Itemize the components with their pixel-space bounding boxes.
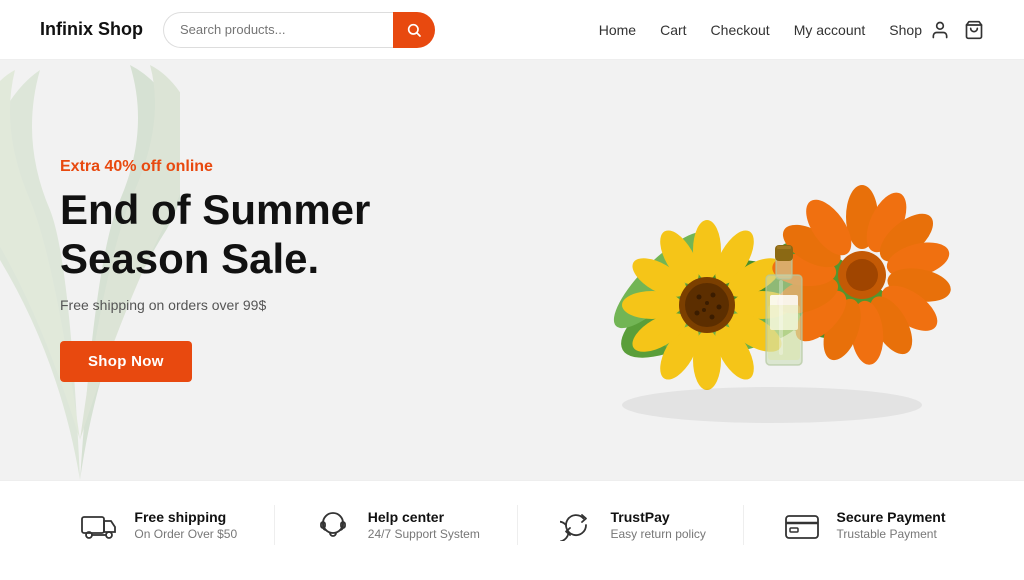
hero-discount: 40%: [104, 158, 136, 175]
main-nav: Home Cart Checkout My account Shop: [599, 22, 922, 38]
nav-cart[interactable]: Cart: [660, 22, 686, 38]
nav-checkout[interactable]: Checkout: [711, 22, 770, 38]
user-icon-button[interactable]: [930, 20, 950, 40]
hero-image: [461, 60, 1024, 480]
feature-secure-payment-title: Secure Payment: [837, 509, 946, 525]
search-input[interactable]: [163, 12, 393, 48]
feature-secure-payment-subtitle: Trustable Payment: [837, 527, 946, 541]
feature-trustpay-subtitle: Easy return policy: [611, 527, 706, 541]
hero-title-line1: End of Summer: [60, 186, 370, 233]
refresh-icon: [555, 509, 597, 541]
hero-section: Extra 40% off online End of Summer Seaso…: [0, 60, 1024, 480]
site-logo: Infinix Shop: [40, 19, 143, 40]
site-header: Infinix Shop Home Cart Checkout My accou…: [0, 0, 1024, 60]
nav-shop[interactable]: Shop: [889, 22, 922, 38]
user-icon: [930, 20, 950, 40]
hero-subtitle: Extra 40% off online: [60, 158, 370, 176]
nav-my-account[interactable]: My account: [794, 22, 866, 38]
feature-help-center: Help center 24/7 Support System: [312, 509, 480, 541]
floral-scene: [532, 110, 952, 430]
nav-icons: [930, 20, 984, 40]
shop-now-button[interactable]: Shop Now: [60, 341, 192, 382]
hero-title: End of Summer Season Sale.: [60, 186, 370, 283]
search-icon: [406, 22, 422, 38]
feature-free-shipping-title: Free shipping: [134, 509, 237, 525]
features-bar: Free shipping On Order Over $50 Help cen…: [0, 480, 1024, 569]
hero-title-line2: Season Sale.: [60, 235, 319, 282]
divider-2: [517, 505, 518, 545]
feature-help-center-text: Help center 24/7 Support System: [368, 509, 480, 541]
feature-secure-payment: Secure Payment Trustable Payment: [781, 509, 946, 541]
feature-help-center-subtitle: 24/7 Support System: [368, 527, 480, 541]
hero-subtitle-prefix: Extra: [60, 158, 104, 175]
cart-icon-button[interactable]: [964, 20, 984, 40]
feature-trustpay-text: TrustPay Easy return policy: [611, 509, 706, 541]
feature-trustpay: TrustPay Easy return policy: [555, 509, 706, 541]
divider-1: [274, 505, 275, 545]
search-button[interactable]: [393, 12, 435, 48]
headset-icon: [312, 509, 354, 541]
feature-trustpay-title: TrustPay: [611, 509, 706, 525]
hero-subtitle-suffix: off online: [137, 158, 213, 175]
hero-content: Extra 40% off online End of Summer Seaso…: [0, 158, 370, 382]
truck-icon: [78, 511, 120, 539]
nav-home[interactable]: Home: [599, 22, 636, 38]
divider-3: [743, 505, 744, 545]
hero-shipping-text: Free shipping on orders over 99$: [60, 297, 370, 313]
cart-icon: [964, 20, 984, 40]
feature-help-center-title: Help center: [368, 509, 480, 525]
card-icon: [781, 511, 823, 539]
search-form: [163, 12, 443, 48]
feature-free-shipping: Free shipping On Order Over $50: [78, 509, 237, 541]
feature-free-shipping-text: Free shipping On Order Over $50: [134, 509, 237, 541]
feature-free-shipping-subtitle: On Order Over $50: [134, 527, 237, 541]
feature-secure-payment-text: Secure Payment Trustable Payment: [837, 509, 946, 541]
